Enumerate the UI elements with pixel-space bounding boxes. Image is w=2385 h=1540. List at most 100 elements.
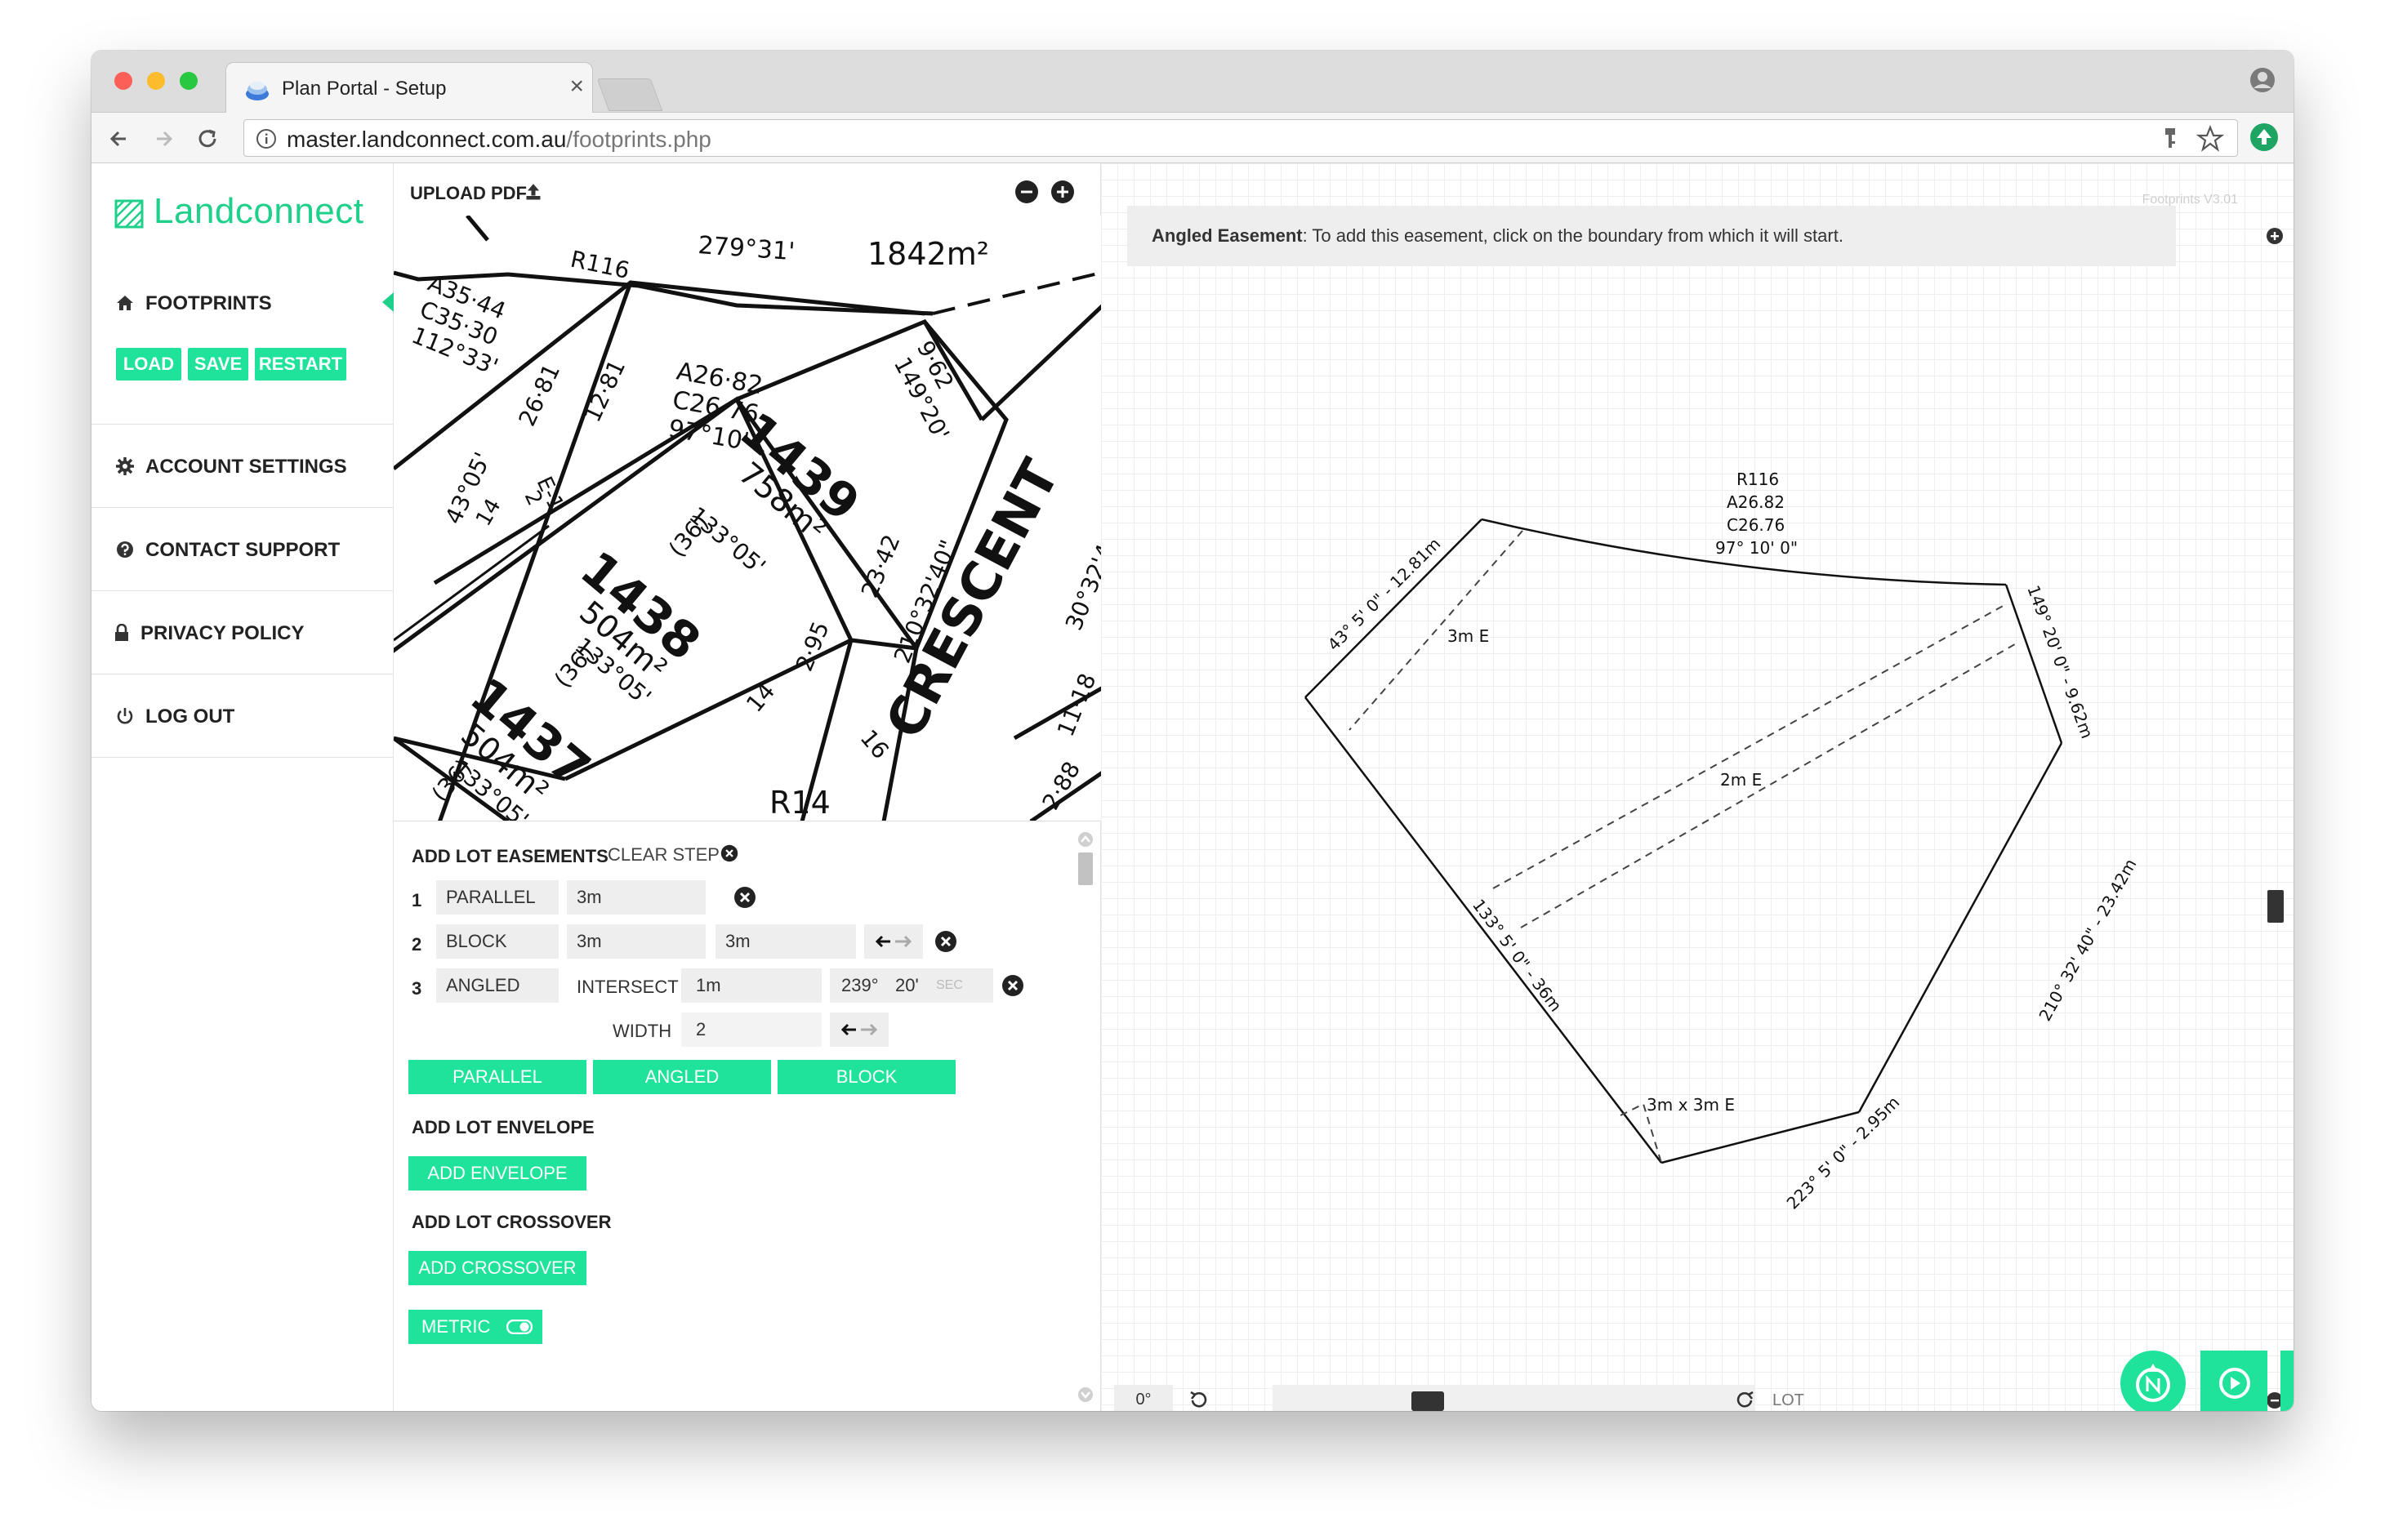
envelope-title: ADD LOT ENVELOPE: [412, 1117, 595, 1137]
pdf-header: UPLOAD PDF: [394, 163, 1101, 216]
extension-icon[interactable]: [2249, 122, 2279, 152]
reload-icon[interactable]: [191, 122, 224, 155]
controls-scrollbar[interactable]: [1075, 831, 1096, 1403]
scroll-down-icon[interactable]: [1077, 1386, 1094, 1403]
plan-label-crescent: CRESCENT: [875, 450, 1072, 748]
add-angled-button[interactable]: ANGLED: [593, 1060, 771, 1094]
block-width-input[interactable]: 3m: [567, 924, 706, 959]
rotate-right-icon[interactable]: [1735, 1390, 1756, 1411]
home-icon: [117, 296, 133, 310]
address-bar[interactable]: master.landconnect.com.au/footprints.php: [243, 119, 2238, 157]
clear-step-icon[interactable]: [720, 844, 738, 862]
zoom-out-icon[interactable]: [1014, 180, 1039, 204]
rotate-left-icon[interactable]: [1188, 1390, 1209, 1411]
tab-title: Plan Portal - Setup: [282, 78, 447, 100]
sidebar-item-privacy-policy[interactable]: PRIVACY POLICY: [91, 591, 394, 674]
plan-label-d2342: 23·42: [856, 531, 906, 602]
arrows-left-right-icon: [876, 935, 912, 948]
block-depth-input[interactable]: 3m: [716, 924, 856, 959]
add-crossover-button[interactable]: ADD CROSSOVER: [408, 1251, 586, 1285]
sidebar-item-label: PRIVACY POLICY: [140, 622, 305, 644]
intersect-input[interactable]: 1m: [681, 968, 822, 1003]
toggle-switch-icon: [506, 1320, 533, 1334]
easement-width-input[interactable]: 3m: [567, 880, 706, 915]
seconds-input[interactable]: SEC: [936, 968, 963, 1003]
bookmark-star-icon[interactable]: [2196, 125, 2224, 153]
easement-type-field[interactable]: ANGLED: [436, 968, 559, 1003]
close-window-button[interactable]: [114, 72, 132, 90]
close-tab-icon[interactable]: ×: [569, 74, 584, 99]
sidebar-item-contact-support[interactable]: CONTACT SUPPORT: [91, 508, 394, 591]
clear-step-button[interactable]: CLEAR STEP: [608, 844, 720, 866]
scroll-thumb[interactable]: [1078, 852, 1093, 885]
info-icon[interactable]: [256, 128, 277, 149]
plan-label-d1118: 11·18: [1052, 670, 1101, 741]
add-parallel-button[interactable]: PARALLEL: [408, 1060, 586, 1094]
easement-row-number: 3: [412, 978, 422, 999]
arrow-right-circle-icon: [2219, 1368, 2250, 1399]
north-compass-button[interactable]: [2120, 1351, 2186, 1411]
favicon-icon: [246, 82, 269, 100]
save-button[interactable]: SAVE: [188, 348, 248, 381]
power-icon: [117, 708, 133, 724]
rotation-slider[interactable]: [1273, 1385, 1754, 1411]
direction-toggle[interactable]: [864, 924, 923, 959]
upload-pdf-button[interactable]: UPLOAD PDF: [410, 183, 541, 204]
easement-type-field[interactable]: BLOCK: [436, 924, 559, 959]
canvas-label-a2682: A26.82: [1727, 492, 1785, 512]
survey-plan-image: 1842m² 279°31' R116 A35·44 C35·30 112°33…: [394, 216, 1101, 821]
browser-window: Plan Portal - Setup × master.landconnect…: [91, 51, 2294, 1411]
canvas-label-e2m: 2m E: [1720, 770, 1762, 790]
restart-button[interactable]: RESTART: [255, 348, 346, 381]
sidebar-item-label: ACCOUNT SETTINGS: [145, 456, 347, 478]
canvas-label-b9710: 97° 10' 0": [1715, 538, 1798, 558]
sidebar-item-account-settings[interactable]: ACCOUNT SETTINGS: [91, 425, 394, 508]
back-icon[interactable]: [103, 122, 136, 155]
plan-label-n16: 16: [855, 724, 894, 764]
plan-label-d295: 2·95: [791, 617, 835, 674]
sidebar-item-footprints[interactable]: FOOTPRINTS LOAD SAVE RESTART: [91, 261, 394, 425]
metric-toggle[interactable]: METRIC: [408, 1310, 542, 1344]
browser-tab[interactable]: Plan Portal - Setup ×: [225, 62, 593, 114]
next-step-button[interactable]: [2202, 1351, 2267, 1411]
remove-easement-icon[interactable]: [934, 930, 957, 953]
tab-bar: Plan Portal - Setup ×: [91, 51, 2294, 114]
degrees-input[interactable]: 239°: [841, 968, 879, 1003]
rotation-input[interactable]: 0°: [1114, 1385, 1173, 1411]
profile-icon[interactable]: [2249, 67, 2276, 93]
zoom-in-icon[interactable]: [1050, 180, 1075, 204]
remove-easement-icon[interactable]: [733, 886, 756, 909]
load-button[interactable]: LOAD: [116, 348, 181, 381]
canvas-zoom-slider-knob[interactable]: [2267, 890, 2284, 923]
key-icon[interactable]: [2159, 127, 2182, 151]
landconnect-logo-icon: [114, 199, 144, 229]
canvas-zoom-in-icon[interactable]: [2266, 227, 2284, 245]
new-tab-button[interactable]: [596, 78, 663, 111]
add-envelope-button[interactable]: ADD ENVELOPE: [408, 1156, 586, 1191]
sidebar-item-log-out[interactable]: LOG OUT: [91, 674, 394, 758]
canvas-label-c2676: C26.76: [1727, 515, 1785, 535]
remove-easement-icon[interactable]: [1001, 974, 1024, 997]
minimize-window-button[interactable]: [147, 72, 165, 90]
next-step-button-edge[interactable]: [2280, 1351, 2294, 1411]
plan-label-d1281: 12·81: [578, 355, 631, 426]
angle-input-group[interactable]: 239° 20' SEC: [830, 968, 993, 1003]
add-block-button[interactable]: BLOCK: [778, 1060, 956, 1094]
angled-width-input[interactable]: 2: [681, 1013, 822, 1047]
forward-icon[interactable]: [147, 122, 180, 155]
drawing-canvas[interactable]: Angled Easement: To add this easement, c…: [1101, 163, 2294, 1411]
direction-toggle[interactable]: [830, 1013, 889, 1047]
minutes-input[interactable]: 20': [895, 968, 919, 1003]
easement-type-field[interactable]: PARALLEL: [436, 880, 559, 915]
rotation-slider-knob[interactable]: [1411, 1391, 1444, 1411]
scroll-up-icon[interactable]: [1077, 831, 1094, 848]
pdf-plan-viewer[interactable]: 1842m² 279°31' R116 A35·44 C35·30 112°33…: [394, 216, 1101, 821]
sidebar-item-label: FOOTPRINTS: [145, 292, 272, 314]
lot-label: LOT: [1772, 1391, 1804, 1409]
lot-drawing[interactable]: R116 A26.82 C26.76 97° 10' 0" 43° 5' 0" …: [1101, 163, 2294, 1411]
url-text: master.landconnect.com.au/footprints.php: [287, 127, 711, 152]
maximize-window-button[interactable]: [180, 72, 198, 90]
canvas-label-right-top: 149° 20' 0" - 9.62m: [2023, 583, 2097, 741]
canvas-label-e3m: 3m E: [1447, 626, 1489, 646]
crossover-title: ADD LOT CROSSOVER: [412, 1212, 612, 1232]
